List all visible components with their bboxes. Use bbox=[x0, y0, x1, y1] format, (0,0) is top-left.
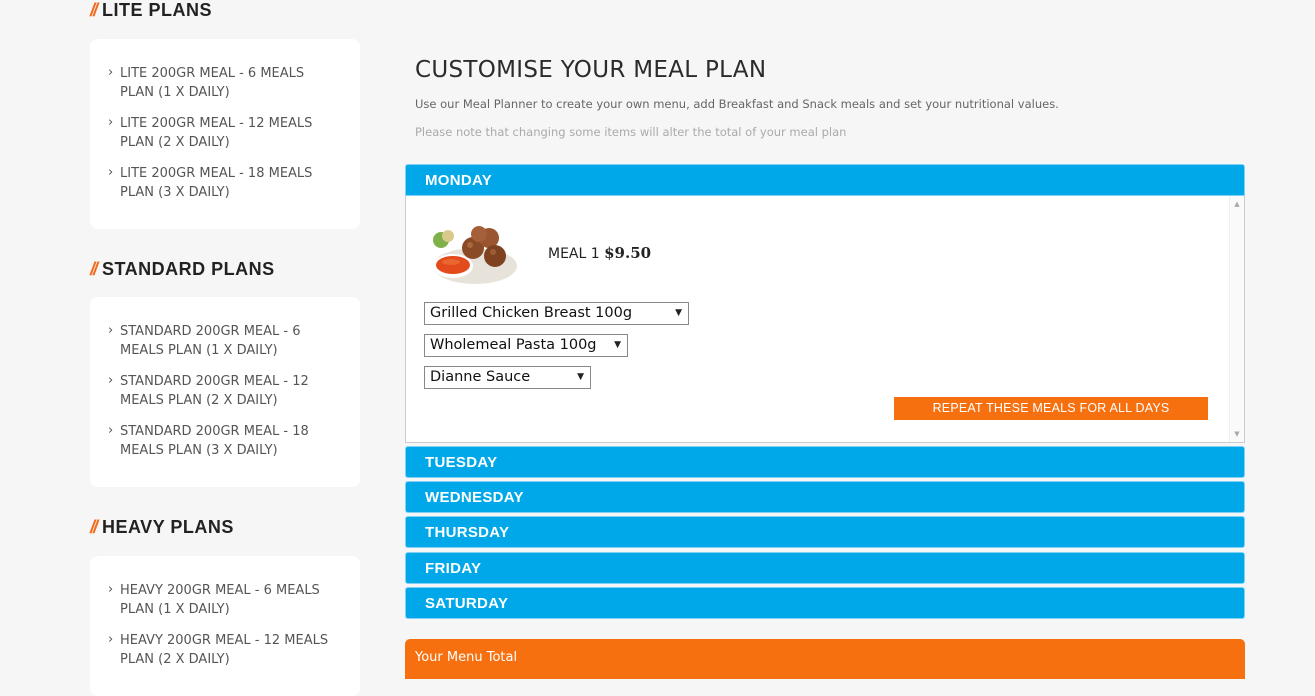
select-value: Grilled Chicken Breast 100g bbox=[430, 305, 633, 321]
page-description: Use our Meal Planner to create your own … bbox=[415, 97, 1059, 111]
heavy-plans-card: › HEAVY 200GR MEAL - 6 MEALS PLAN (1 X DA… bbox=[90, 556, 360, 696]
plan-link-label: STANDARD 200GR MEAL - 6 MEALS PLAN (1 X … bbox=[120, 324, 301, 358]
page-note: Please note that changing some items wil… bbox=[415, 125, 847, 139]
repeat-meals-button[interactable]: REPEAT THESE MEALS FOR ALL DAYS bbox=[894, 397, 1208, 420]
menu-total-label: Your Menu Total bbox=[415, 650, 518, 665]
carb-select[interactable]: Wholemeal Pasta 100g ▼ bbox=[424, 334, 628, 357]
lite-plans-heading: // LITE PLANS bbox=[90, 0, 212, 21]
day-tab-friday[interactable]: FRIDAY bbox=[405, 552, 1245, 584]
sauce-select[interactable]: Dianne Sauce ▼ bbox=[424, 366, 591, 389]
monday-panel: ▲ ▼ MEAL 1 $9.50 Grilled Chicken Breast … bbox=[405, 196, 1245, 443]
slashes-icon: // bbox=[90, 259, 98, 279]
plan-link[interactable]: › HEAVY 200GR MEAL - 6 MEALS PLAN (1 X DA… bbox=[108, 581, 342, 619]
plan-link[interactable]: › LITE 200GR MEAL - 6 MEALS PLAN (1 X DAI… bbox=[108, 64, 342, 102]
plan-link-label: LITE 200GR MEAL - 12 MEALS PLAN (2 X DAI… bbox=[120, 116, 313, 150]
meal-image bbox=[423, 218, 523, 288]
panel-scrollbar[interactable]: ▲ ▼ bbox=[1229, 196, 1244, 442]
meal-name: MEAL 1 bbox=[548, 246, 600, 262]
slashes-icon: // bbox=[90, 0, 98, 20]
plan-link[interactable]: › STANDARD 200GR MEAL - 18 MEALS PLAN (3 … bbox=[108, 422, 342, 460]
standard-plans-heading: // STANDARD PLANS bbox=[90, 259, 275, 280]
day-tab-monday[interactable]: MONDAY bbox=[405, 164, 1245, 196]
plan-link[interactable]: › STANDARD 200GR MEAL - 6 MEALS PLAN (1 X… bbox=[108, 322, 342, 360]
day-tab-thursday[interactable]: THURSDAY bbox=[405, 516, 1245, 548]
plan-link[interactable]: › STANDARD 200GR MEAL - 12 MEALS PLAN (2 … bbox=[108, 372, 342, 410]
scroll-up-icon[interactable]: ▲ bbox=[1230, 200, 1244, 208]
plan-list: › LITE 200GR MEAL - 6 MEALS PLAN (1 X DAI… bbox=[108, 64, 342, 202]
chevron-right-icon: › bbox=[108, 323, 114, 338]
slashes-icon: // bbox=[90, 517, 98, 537]
day-tab-saturday[interactable]: SATURDAY bbox=[405, 587, 1245, 619]
protein-select[interactable]: Grilled Chicken Breast 100g ▼ bbox=[424, 302, 689, 325]
day-tab-tuesday[interactable]: TUESDAY bbox=[405, 446, 1245, 478]
chevron-right-icon: › bbox=[108, 373, 114, 388]
lite-plans-card: › LITE 200GR MEAL - 6 MEALS PLAN (1 X DAI… bbox=[90, 39, 360, 229]
plan-link-label: HEAVY 200GR MEAL - 12 MEALS PLAN (2 X DA… bbox=[120, 633, 329, 667]
chevron-right-icon: › bbox=[108, 65, 114, 80]
scroll-down-icon[interactable]: ▼ bbox=[1230, 430, 1244, 438]
day-tab-wednesday[interactable]: WEDNESDAY bbox=[405, 481, 1245, 513]
plan-link-label: HEAVY 200GR MEAL - 6 MEALS PLAN (1 X DAI… bbox=[120, 583, 320, 617]
section-title: LITE PLANS bbox=[102, 0, 213, 20]
menu-total-bar: Your Menu Total bbox=[405, 639, 1245, 679]
chevron-right-icon: › bbox=[108, 632, 114, 647]
section-title: HEAVY PLANS bbox=[102, 517, 234, 537]
chevron-down-icon: ▼ bbox=[675, 308, 682, 318]
plan-link[interactable]: › HEAVY 200GR MEAL - 12 MEALS PLAN (2 X D… bbox=[108, 631, 342, 669]
plan-link-label: STANDARD 200GR MEAL - 12 MEALS PLAN (2 X… bbox=[120, 374, 309, 408]
plan-link-label: LITE 200GR MEAL - 6 MEALS PLAN (1 X DAIL… bbox=[120, 66, 305, 100]
plan-list: › HEAVY 200GR MEAL - 6 MEALS PLAN (1 X DA… bbox=[108, 581, 342, 669]
heavy-plans-heading: // HEAVY PLANS bbox=[90, 517, 234, 538]
standard-plans-card: › STANDARD 200GR MEAL - 6 MEALS PLAN (1 X… bbox=[90, 297, 360, 487]
meal-heading: MEAL 1 $9.50 bbox=[548, 244, 651, 262]
plan-list: › STANDARD 200GR MEAL - 6 MEALS PLAN (1 X… bbox=[108, 322, 342, 460]
chevron-right-icon: › bbox=[108, 165, 114, 180]
section-title: STANDARD PLANS bbox=[102, 259, 275, 279]
chevron-right-icon: › bbox=[108, 423, 114, 438]
chevron-right-icon: › bbox=[108, 582, 114, 597]
meal-price: $9.50 bbox=[604, 244, 652, 262]
select-value: Wholemeal Pasta 100g bbox=[430, 337, 597, 353]
plan-link[interactable]: › LITE 200GR MEAL - 12 MEALS PLAN (2 X DA… bbox=[108, 114, 342, 152]
chevron-right-icon: › bbox=[108, 115, 114, 130]
plan-link-label: STANDARD 200GR MEAL - 18 MEALS PLAN (3 X… bbox=[120, 424, 309, 458]
page-title: CUSTOMISE YOUR MEAL PLAN bbox=[415, 57, 767, 83]
chevron-down-icon: ▼ bbox=[614, 340, 621, 350]
plan-link-label: LITE 200GR MEAL - 18 MEALS PLAN (3 X DAI… bbox=[120, 166, 313, 200]
plan-link[interactable]: › LITE 200GR MEAL - 18 MEALS PLAN (3 X DA… bbox=[108, 164, 342, 202]
select-value: Dianne Sauce bbox=[430, 369, 531, 385]
chevron-down-icon: ▼ bbox=[577, 372, 584, 382]
